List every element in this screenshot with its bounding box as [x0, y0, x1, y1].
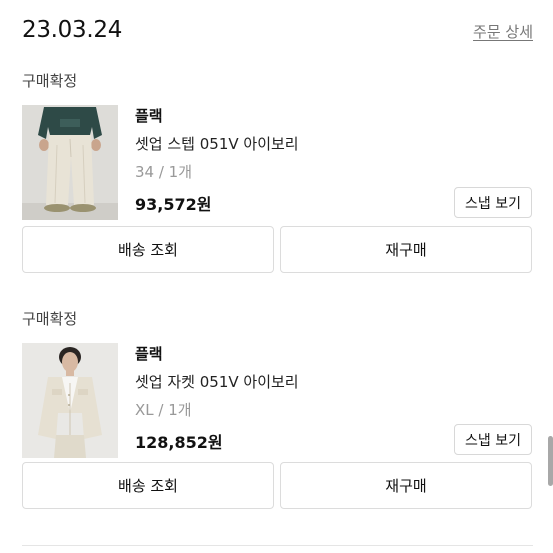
track-delivery-button[interactable]: 배송 조회 — [22, 226, 274, 273]
order-detail-link[interactable]: 주문 상세 — [473, 21, 533, 42]
product-price: 93,572원 — [135, 195, 212, 214]
track-delivery-button[interactable]: 배송 조회 — [22, 462, 274, 509]
snap-view-button[interactable]: 스냅 보기 — [454, 424, 532, 455]
scrollbar[interactable] — [548, 436, 553, 486]
rebuy-button[interactable]: 재구매 — [280, 226, 532, 273]
product-option: XL / 1개 — [135, 401, 192, 419]
product-name[interactable]: 셋업 스텝 051V 아이보리 — [135, 133, 299, 154]
product-image-jacket[interactable] — [22, 343, 118, 458]
order-status: 구매확정 — [22, 310, 78, 328]
order-date: 23.03.24 — [22, 17, 123, 43]
product-brand: 플랙 — [135, 107, 163, 125]
product-price: 128,852원 — [135, 433, 223, 452]
snap-view-button[interactable]: 스냅 보기 — [454, 187, 532, 218]
product-option: 34 / 1개 — [135, 163, 193, 181]
section-divider — [22, 545, 533, 546]
order-history-page: 23.03.24 주문 상세 구매확정 플랙 셋업 스텝 051V 아이보리 3… — [0, 0, 553, 553]
rebuy-button[interactable]: 재구매 — [280, 462, 532, 509]
product-brand: 플랙 — [135, 345, 163, 363]
product-name[interactable]: 셋업 자켓 051V 아이보리 — [135, 371, 299, 392]
order-status: 구매확정 — [22, 72, 78, 90]
product-image-pants[interactable] — [22, 105, 118, 220]
